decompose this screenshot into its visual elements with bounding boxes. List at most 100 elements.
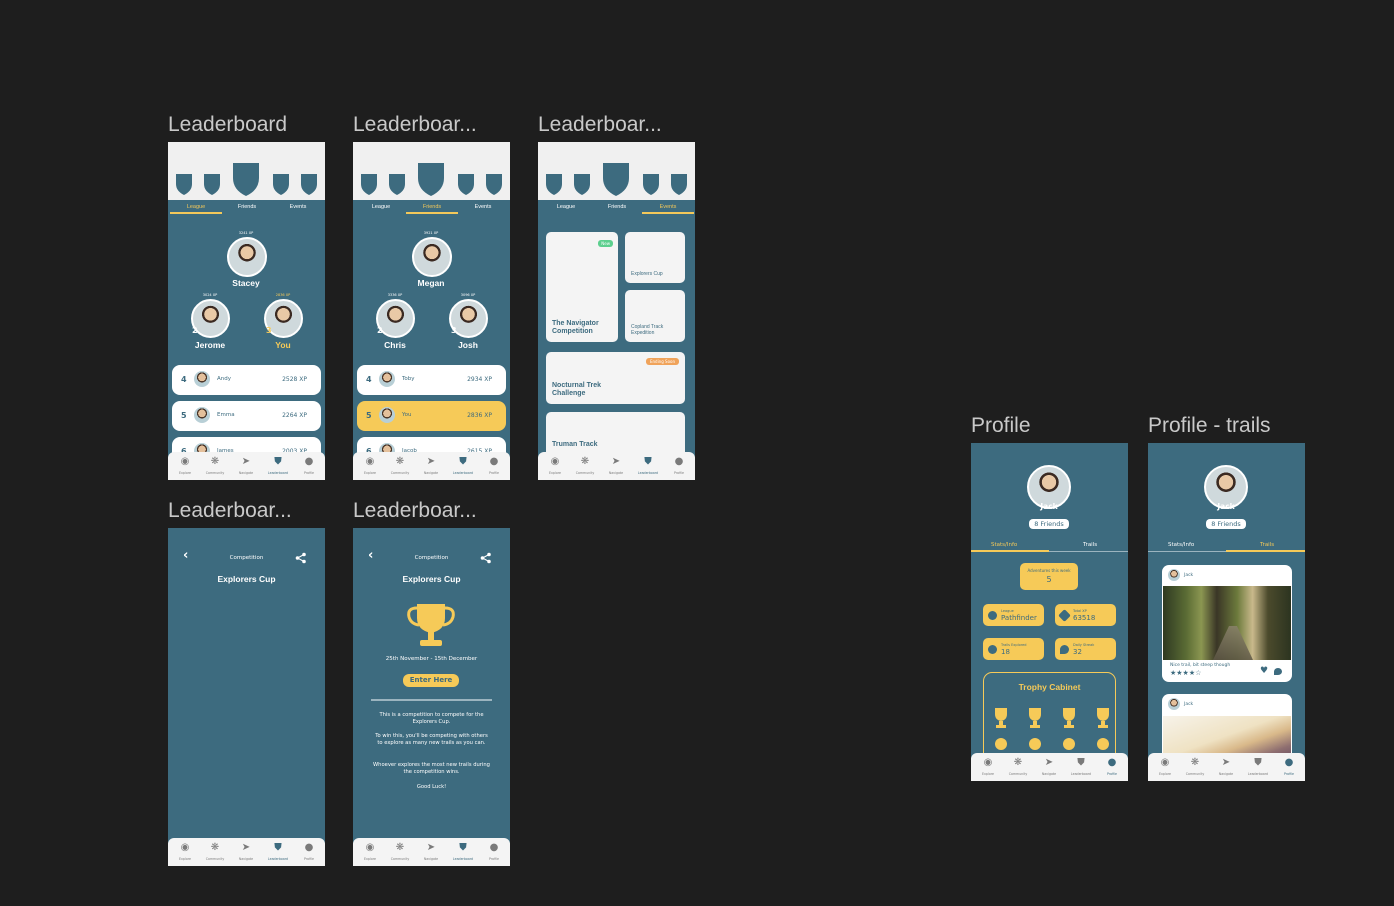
person-icon[interactable]: ● [484, 842, 504, 853]
compass-icon[interactable]: ◉ [175, 456, 195, 467]
nav-community[interactable]: Community [386, 857, 414, 861]
trail-post-card[interactable]: Jack Nice trail, bit steep though ★★★★☆ … [1162, 565, 1292, 682]
tab-stats-info[interactable]: Stats/Info [1168, 542, 1194, 548]
event-card-navigator[interactable]: New The Navigator Competition [546, 232, 618, 342]
nav-navigate[interactable]: Navigate [1035, 772, 1063, 776]
nav-leaderboard[interactable]: Leaderboard [634, 471, 662, 475]
tab-league[interactable]: League [170, 204, 222, 210]
nav-profile[interactable]: Profile [480, 471, 508, 475]
list-item[interactable]: 4 Andy 2528 XP [172, 365, 321, 395]
list-item[interactable]: 4 Toby 2934 XP [357, 365, 506, 395]
nav-leaderboard[interactable]: Leaderboard [264, 471, 292, 475]
nav-navigate[interactable]: Navigate [1212, 772, 1240, 776]
heart-icon[interactable]: ♥ [1260, 666, 1268, 676]
paw-icon[interactable]: ❋ [205, 456, 225, 467]
friends-count-badge[interactable]: 8 Friends [1206, 519, 1246, 529]
event-card-copland[interactable]: Copland Track Expedition [625, 290, 685, 342]
person-icon[interactable]: ● [1102, 757, 1122, 768]
person-icon[interactable]: ● [484, 456, 504, 467]
compass-icon[interactable]: ◉ [1155, 757, 1175, 768]
friends-count-badge[interactable]: 8 Friends [1029, 519, 1069, 529]
compass-icon[interactable]: ◉ [175, 842, 195, 853]
nav-profile[interactable]: Profile [1275, 772, 1303, 776]
shield-icon[interactable]: ⛊ [1071, 757, 1091, 768]
paw-icon[interactable]: ❋ [1185, 757, 1205, 768]
paw-icon[interactable]: ❋ [205, 842, 225, 853]
nav-leaderboard[interactable]: Leaderboard [449, 857, 477, 861]
enter-here-button[interactable]: Enter Here [403, 674, 459, 687]
compass-icon[interactable]: ◉ [360, 456, 380, 467]
navigate-icon[interactable]: ➤ [421, 456, 441, 467]
nav-leaderboard[interactable]: Leaderboard [264, 857, 292, 861]
nav-profile[interactable]: Profile [295, 471, 323, 475]
nav-navigate[interactable]: Navigate [417, 857, 445, 861]
tab-league[interactable]: League [540, 204, 592, 210]
first-place-avatar[interactable] [412, 237, 452, 277]
compass-icon[interactable]: ◉ [978, 757, 998, 768]
person-icon[interactable]: ● [669, 456, 689, 467]
tab-friends[interactable]: Friends [406, 204, 458, 210]
navigate-icon[interactable]: ➤ [606, 456, 626, 467]
paw-icon[interactable]: ❋ [575, 456, 595, 467]
share-icon[interactable] [295, 552, 307, 564]
comment-icon[interactable] [1274, 668, 1282, 675]
nav-navigate[interactable]: Navigate [602, 471, 630, 475]
shield-icon[interactable]: ⛊ [1248, 757, 1268, 768]
nav-leaderboard[interactable]: Leaderboard [1067, 772, 1095, 776]
navigate-icon[interactable]: ➤ [1039, 757, 1059, 768]
list-item[interactable]: 5 Emma 2264 XP [172, 401, 321, 431]
navigate-icon[interactable]: ➤ [236, 456, 256, 467]
paw-icon[interactable]: ❋ [390, 842, 410, 853]
share-icon[interactable] [480, 552, 492, 564]
nav-community[interactable]: Community [571, 471, 599, 475]
shield-icon[interactable]: ⛊ [638, 456, 658, 467]
nav-navigate[interactable]: Navigate [232, 857, 260, 861]
shield-icon[interactable]: ⛊ [268, 456, 288, 467]
event-card-explorers[interactable]: Explorers Cup [625, 232, 685, 283]
tab-stats-info[interactable]: Stats/Info [991, 542, 1017, 548]
navigate-icon[interactable]: ➤ [1216, 757, 1236, 768]
nav-explore[interactable]: Explore [171, 857, 199, 861]
compass-icon[interactable]: ◉ [360, 842, 380, 853]
tab-trails[interactable]: Trails [1260, 542, 1274, 548]
shield-icon[interactable]: ⛊ [268, 842, 288, 853]
paw-icon[interactable]: ❋ [390, 456, 410, 467]
nav-community[interactable]: Community [1181, 772, 1209, 776]
nav-explore[interactable]: Explore [356, 857, 384, 861]
paw-icon[interactable]: ❋ [1008, 757, 1028, 768]
nav-explore[interactable]: Explore [974, 772, 1002, 776]
tab-events[interactable]: Events [272, 204, 324, 210]
nav-profile[interactable]: Profile [665, 471, 693, 475]
nav-community[interactable]: Community [386, 471, 414, 475]
nav-community[interactable]: Community [201, 857, 229, 861]
nav-community[interactable]: Community [201, 471, 229, 475]
nav-explore[interactable]: Explore [171, 471, 199, 475]
person-icon[interactable]: ● [1279, 757, 1299, 768]
navigate-icon[interactable]: ➤ [421, 842, 441, 853]
person-icon[interactable]: ● [299, 456, 319, 467]
nav-community[interactable]: Community [1004, 772, 1032, 776]
tab-friends[interactable]: Friends [221, 204, 273, 210]
event-card-nocturnal[interactable]: Ending Soon Nocturnal Trek Challenge [546, 352, 685, 404]
shield-icon[interactable]: ⛊ [453, 456, 473, 467]
first-place-avatar[interactable] [227, 237, 267, 277]
nav-profile[interactable]: Profile [1098, 772, 1126, 776]
shield-icon[interactable]: ⛊ [453, 842, 473, 853]
nav-explore[interactable]: Explore [541, 471, 569, 475]
tab-events[interactable]: Events [642, 204, 694, 210]
nav-navigate[interactable]: Navigate [417, 471, 445, 475]
nav-leaderboard[interactable]: Leaderboard [449, 471, 477, 475]
nav-leaderboard[interactable]: Leaderboard [1244, 772, 1272, 776]
nav-profile[interactable]: Profile [295, 857, 323, 861]
list-item-you[interactable]: 5 You 2836 XP [357, 401, 506, 431]
nav-explore[interactable]: Explore [356, 471, 384, 475]
tab-league[interactable]: League [355, 204, 407, 210]
nav-profile[interactable]: Profile [480, 857, 508, 861]
back-chevron-icon[interactable]: ‹ [183, 548, 188, 563]
compass-icon[interactable]: ◉ [545, 456, 565, 467]
tab-events[interactable]: Events [457, 204, 509, 210]
person-icon[interactable]: ● [299, 842, 319, 853]
tab-trails[interactable]: Trails [1083, 542, 1097, 548]
tab-friends[interactable]: Friends [591, 204, 643, 210]
nav-explore[interactable]: Explore [1151, 772, 1179, 776]
